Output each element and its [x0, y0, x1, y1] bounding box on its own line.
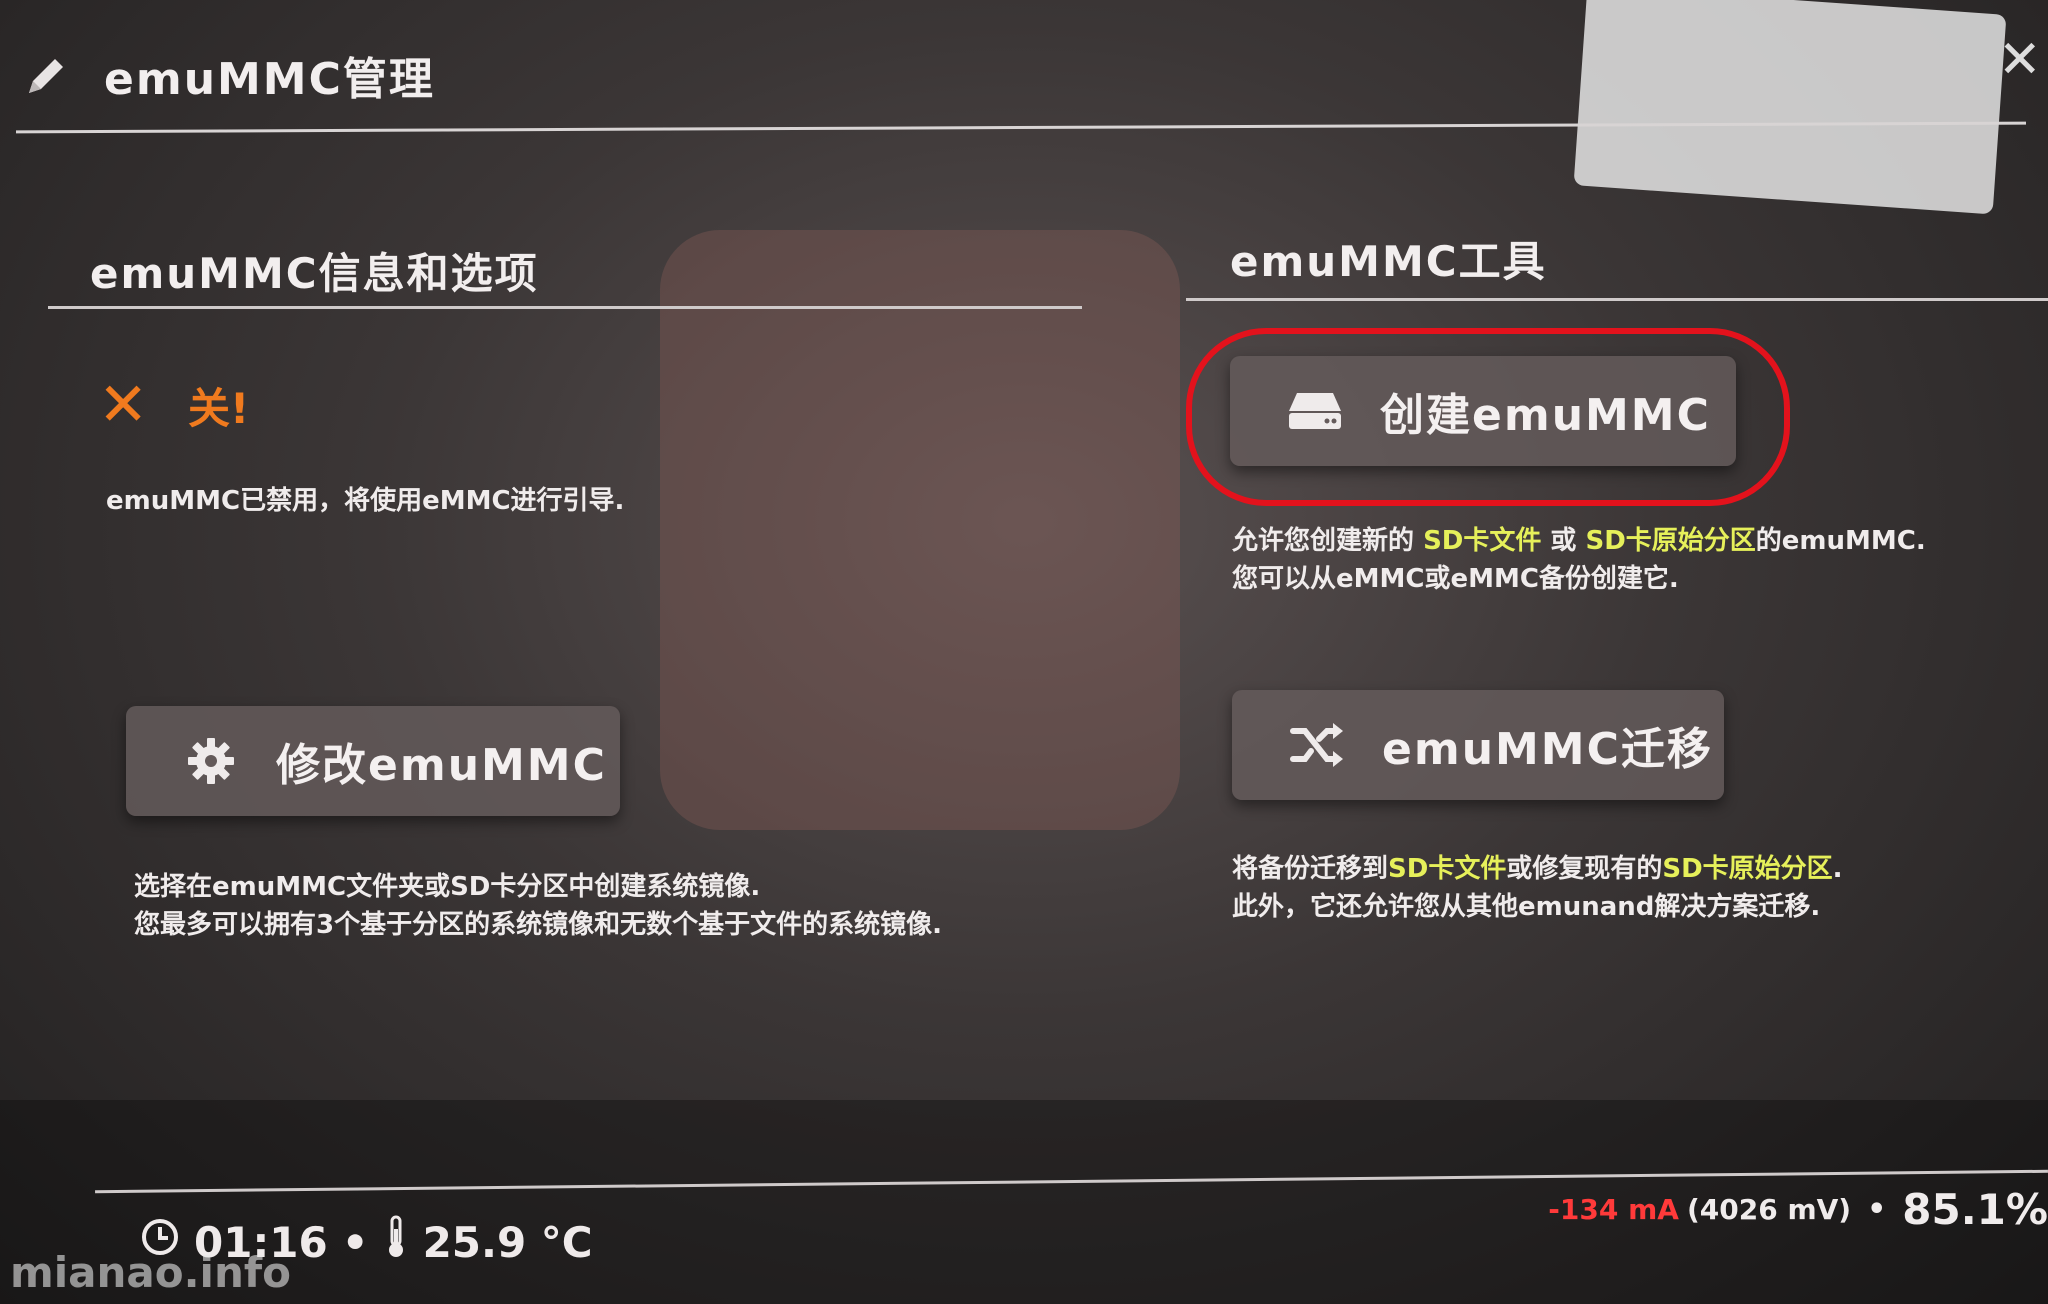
migrate-description-line2: 此外，它还允许您从其他emunand解决方案迁移.	[1232, 892, 1821, 922]
header-divider	[16, 121, 2026, 134]
migrate-desc-highlight-sd-partition: SD卡原始分区	[1662, 854, 1833, 884]
modify-emummc-button[interactable]: 修改emuMMC	[126, 706, 620, 816]
migrate-description: 将备份迁移到SD卡文件或修复现有的SD卡原始分区. 此外，它还允许您从其他emu…	[1232, 850, 1843, 926]
section-divider-tools	[1186, 298, 2048, 301]
battery-voltage: (4026 mV)	[1686, 1193, 1852, 1226]
watermark: mianao.info	[10, 1248, 291, 1297]
create-desc-text2: 或	[1541, 526, 1586, 556]
thermometer-icon	[383, 1215, 409, 1269]
header: emuMMC管理	[20, 40, 435, 110]
emummc-status: ✕ 关!	[98, 370, 249, 440]
close-icon[interactable]: ✕	[1998, 30, 2048, 90]
create-description: 允许您创建新的 SD卡文件 或 SD卡原始分区的emuMMC. 您可以从eMMC…	[1232, 522, 1926, 598]
gear-icon	[176, 731, 246, 791]
temperature-value: 25.9 °C	[422, 1217, 593, 1267]
migrate-emummc-button[interactable]: emuMMC迁移	[1232, 690, 1724, 800]
modify-description-line2: 您最多可以拥有3个基于分区的系统镜像和无数个基于文件的系统镜像.	[134, 910, 942, 940]
footer-separator: •	[341, 1217, 369, 1267]
status-description: emuMMC已禁用，将使用eMMC进行引导.	[106, 486, 625, 516]
battery-percent: 85.1%	[1902, 1185, 2048, 1234]
section-title-info: emuMMC信息和选项	[90, 249, 539, 298]
modify-description-line1: 选择在emuMMC文件夹或SD卡分区中创建系统镜像.	[134, 872, 761, 902]
status-text: 关!	[188, 383, 250, 433]
modify-emummc-label: 修改emuMMC	[276, 740, 607, 791]
status-x-icon: ✕	[98, 370, 149, 440]
create-description-line1: 允许您创建新的 SD卡文件 或 SD卡原始分区的emuMMC.	[1232, 522, 1926, 560]
migrate-desc-text2: 或修复现有的	[1506, 854, 1663, 884]
pencil-icon	[20, 48, 74, 102]
create-desc-text1: 允许您创建新的	[1232, 526, 1424, 556]
create-desc-highlight-sd-file: SD卡文件	[1423, 526, 1542, 556]
migrate-desc-text1: 将备份迁移到	[1232, 854, 1389, 884]
background-device-reflection	[660, 230, 1180, 830]
footer-separator-right: •	[1867, 1192, 1887, 1227]
create-desc-highlight-sd-partition: SD卡原始分区	[1585, 526, 1756, 556]
battery-current: -134 mA	[1548, 1193, 1679, 1226]
section-title-tools: emuMMC工具	[1230, 237, 1547, 286]
create-desc-text3: 的emuMMC.	[1755, 526, 1926, 556]
migrate-desc-text3: .	[1832, 854, 1843, 884]
section-divider-info	[48, 306, 1082, 309]
page-title: emuMMC管理	[104, 54, 435, 105]
migrate-desc-highlight-sd-file: SD卡文件	[1388, 854, 1507, 884]
migrate-description-line1: 将备份迁移到SD卡文件或修复现有的SD卡原始分区.	[1232, 850, 1843, 888]
shuffle-icon	[1282, 715, 1352, 775]
modify-description: 选择在emuMMC文件夹或SD卡分区中创建系统镜像. 您最多可以拥有3个基于分区…	[134, 868, 942, 944]
annotation-highlight-ring	[1186, 328, 1790, 506]
migrate-emummc-label: emuMMC迁移	[1382, 724, 1713, 775]
create-description-line2: 您可以从eMMC或eMMC备份创建它.	[1232, 564, 1679, 594]
background-glare	[1573, 0, 2007, 215]
footer-status-right: -134 mA (4026 mV) • 85.1%	[1548, 1185, 2048, 1234]
